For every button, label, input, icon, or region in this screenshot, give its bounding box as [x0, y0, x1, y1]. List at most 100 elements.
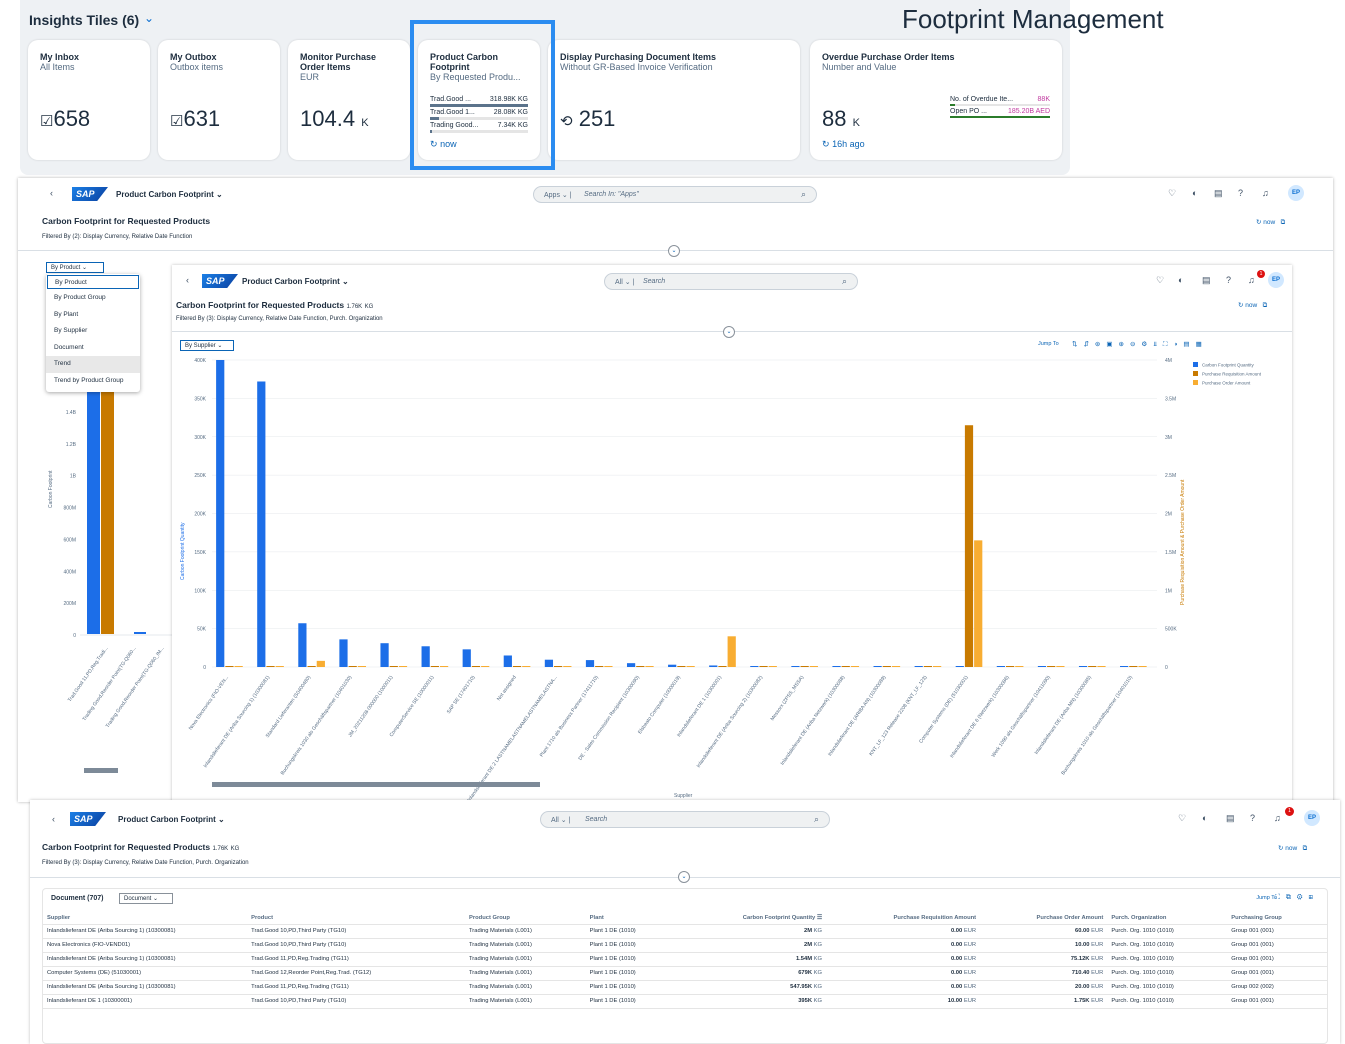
bar-purchase-requisition-amount[interactable] — [307, 666, 316, 667]
table-row[interactable]: Nova Electronics (FIO-VEND01) Trad.Good 1… — [43, 938, 1327, 953]
column-header[interactable]: Supplier — [43, 913, 248, 925]
tile-my-outbox[interactable]: My Outbox Outbox items ☑631 — [158, 40, 280, 160]
tile-refresh[interactable]: ↻ 16h ago — [822, 139, 865, 150]
bar-purchase-order-amount[interactable] — [357, 666, 367, 667]
bar-carbon-footprint-quantity[interactable] — [668, 664, 677, 667]
bar-purchase-requisition-amount[interactable] — [800, 666, 809, 667]
bar-purchase-order-amount[interactable] — [275, 666, 284, 667]
bar-purchase-order-amount[interactable] — [850, 666, 860, 667]
bar-purchase-order-amount[interactable] — [481, 666, 490, 667]
back-icon[interactable]: ‹ — [50, 188, 53, 198]
bar-purchase-requisition-amount[interactable] — [1088, 666, 1097, 667]
bar-purchase-order-amount[interactable] — [727, 636, 736, 667]
sap-logo[interactable]: SAP — [202, 274, 238, 288]
chat-icon[interactable]: ▤ — [1202, 275, 1211, 286]
search-icon[interactable]: ⌕ — [814, 814, 819, 825]
joule-icon[interactable]: ◐ — [1192, 188, 1197, 198]
bar-carbon-footprint-quantity[interactable] — [709, 665, 718, 667]
search-input[interactable]: All ⌄ | Search ⌕ — [604, 273, 858, 290]
bar-carbon-footprint-quantity[interactable] — [832, 666, 841, 667]
bar-purchase-order-amount[interactable] — [1015, 666, 1024, 667]
bar-purchase-requisition-amount[interactable] — [1005, 666, 1015, 667]
jump-to-link[interactable]: Jump To — [1256, 895, 1277, 901]
menu-item-by-product[interactable]: By Product — [47, 275, 139, 289]
bar-purchase-order-amount[interactable] — [809, 666, 818, 667]
bar-carbon-footprint-quantity[interactable] — [873, 666, 882, 667]
table-row[interactable]: Inlandslieferant DE 1 (10300001) Trad.Goo… — [43, 994, 1327, 1009]
bar-purchase-requisition-amount[interactable] — [266, 666, 275, 667]
tile-my-inbox[interactable]: My Inbox All Items ☑658 — [28, 40, 150, 160]
back-icon[interactable]: ‹ — [52, 814, 55, 824]
export-icon[interactable]: ⊞ — [1309, 894, 1319, 901]
search-category[interactable]: All ⌄ | — [551, 816, 570, 824]
bar-carbon-footprint-quantity[interactable] — [544, 659, 554, 667]
bar-purchase-order-amount[interactable] — [522, 666, 531, 667]
table-view-icon[interactable]: ▣ — [1106, 341, 1118, 348]
tile-monitor-po-items[interactable]: Monitor Purchase Order Items EUR 104.4 K — [288, 40, 410, 160]
bar-carbon-footprint-quantity[interactable] — [626, 663, 636, 667]
bar-purchase-requisition-amount[interactable] — [718, 666, 727, 667]
zoom-out-icon[interactable]: ⊖ — [1130, 341, 1141, 348]
bar-purchase-requisition-amount[interactable] — [1047, 666, 1056, 667]
bar-carbon-footprint-quantity[interactable] — [791, 666, 800, 667]
refresh-button[interactable]: ↻ now ⧉ — [1238, 301, 1267, 310]
bar-purchase-order-amount[interactable] — [891, 666, 901, 667]
bar-purchase-requisition-amount[interactable] — [1129, 666, 1138, 667]
bar-purchase-requisition-amount[interactable] — [923, 666, 933, 667]
bar-purchase-requisition-amount[interactable] — [554, 666, 563, 667]
bar-carbon-footprint-quantity[interactable] — [503, 655, 512, 667]
bar-purchase-requisition-amount[interactable] — [841, 666, 850, 667]
bar-carbon-footprint-quantity[interactable] — [585, 660, 595, 667]
bar-purchase-requisition-amount[interactable] — [348, 666, 357, 667]
table-row[interactable]: Inlandslieferant DE (Ariba Sourcing 1) (… — [43, 924, 1327, 939]
table-row[interactable]: Inlandslieferant DE (Ariba Sourcing 1) (… — [43, 980, 1327, 995]
column-header[interactable]: Product Group — [464, 913, 586, 925]
bar-carbon-footprint-quantity[interactable] — [914, 666, 923, 667]
avatar[interactable]: EP — [1304, 810, 1320, 826]
refresh-button[interactable]: ↻ now ⧉ — [1278, 844, 1307, 853]
search-category[interactable]: All ⌄ | — [615, 278, 634, 286]
bar-purchase-order-amount[interactable] — [1138, 666, 1147, 667]
joule-icon[interactable]: ◐ — [1202, 813, 1207, 823]
bar-carbon-footprint-quantity[interactable] — [750, 666, 759, 667]
tile-overdue-po-items[interactable]: Overdue Purchase Order Items Number and … — [810, 40, 1062, 160]
chart-type-icon[interactable]: ⫫ — [1153, 341, 1163, 348]
bar-carbon-footprint-quantity[interactable] — [298, 623, 307, 667]
bar-carbon-footprint-quantity[interactable] — [257, 381, 266, 667]
column-header[interactable]: Product — [247, 913, 465, 925]
bar-purchase-order-amount[interactable] — [1097, 666, 1106, 667]
search-category[interactable]: Apps ⌄ | — [544, 191, 572, 199]
tile-display-purchasing-document-items[interactable]: Display Purchasing Document Items Withou… — [548, 40, 800, 160]
bar-carbon-footprint-quantity[interactable] — [339, 639, 348, 667]
bar-carbon-footprint-quantity[interactable] — [1078, 666, 1088, 667]
bar-purchase-requisition-amount[interactable] — [636, 666, 645, 667]
collapse-header-icon[interactable]: ⌄ — [668, 245, 680, 257]
help-icon[interactable]: ? — [1238, 188, 1243, 198]
column-header[interactable]: Purchase Requisition Amount — [826, 913, 981, 925]
bell-icon[interactable]: ♫ — [1274, 813, 1281, 823]
legend-label[interactable]: Purchase Requisition Amount — [1202, 372, 1262, 377]
horizontal-scrollbar[interactable] — [212, 782, 540, 787]
menu-item-trend-by-product-group[interactable]: Trend by Product Group — [46, 373, 140, 390]
details-icon[interactable]: ◑ — [1173, 341, 1183, 348]
settings-icon[interactable]: ⚙ — [1297, 894, 1309, 901]
bar-purchase-requisition-amount[interactable] — [471, 666, 481, 667]
copy-icon[interactable]: ⧉ — [1286, 894, 1297, 901]
table-toggle-icon[interactable]: ▦ — [1196, 341, 1208, 348]
refresh-button[interactable]: ↻ now ⧉ — [1256, 218, 1285, 227]
legend-label[interactable]: Carbon Footprint Quantity — [1202, 363, 1255, 368]
search-icon[interactable]: ⌕ — [801, 189, 806, 200]
app-title[interactable]: Product Carbon Footprint ⌄ — [116, 190, 223, 199]
bar-purchase-order-amount[interactable] — [563, 666, 572, 667]
menu-item-by-plant[interactable]: By Plant — [46, 307, 140, 324]
bar-purchase-requisition-amount[interactable] — [677, 666, 686, 667]
menu-item-by-product-group[interactable]: By Product Group — [46, 290, 140, 307]
sap-logo[interactable]: SAP — [72, 187, 108, 201]
bar-carbon-footprint-quantity[interactable] — [1037, 666, 1047, 667]
zoom-in-icon[interactable]: ⊕ — [1119, 341, 1130, 348]
bell-icon[interactable]: ♫ — [1262, 188, 1269, 198]
bar-purchase-requisition-amount[interactable] — [430, 666, 439, 667]
sap-logo[interactable]: SAP — [70, 812, 106, 826]
bar-purchase-order-amount[interactable] — [439, 666, 449, 667]
app-title[interactable]: Product Carbon Footprint ⌄ — [118, 815, 225, 824]
